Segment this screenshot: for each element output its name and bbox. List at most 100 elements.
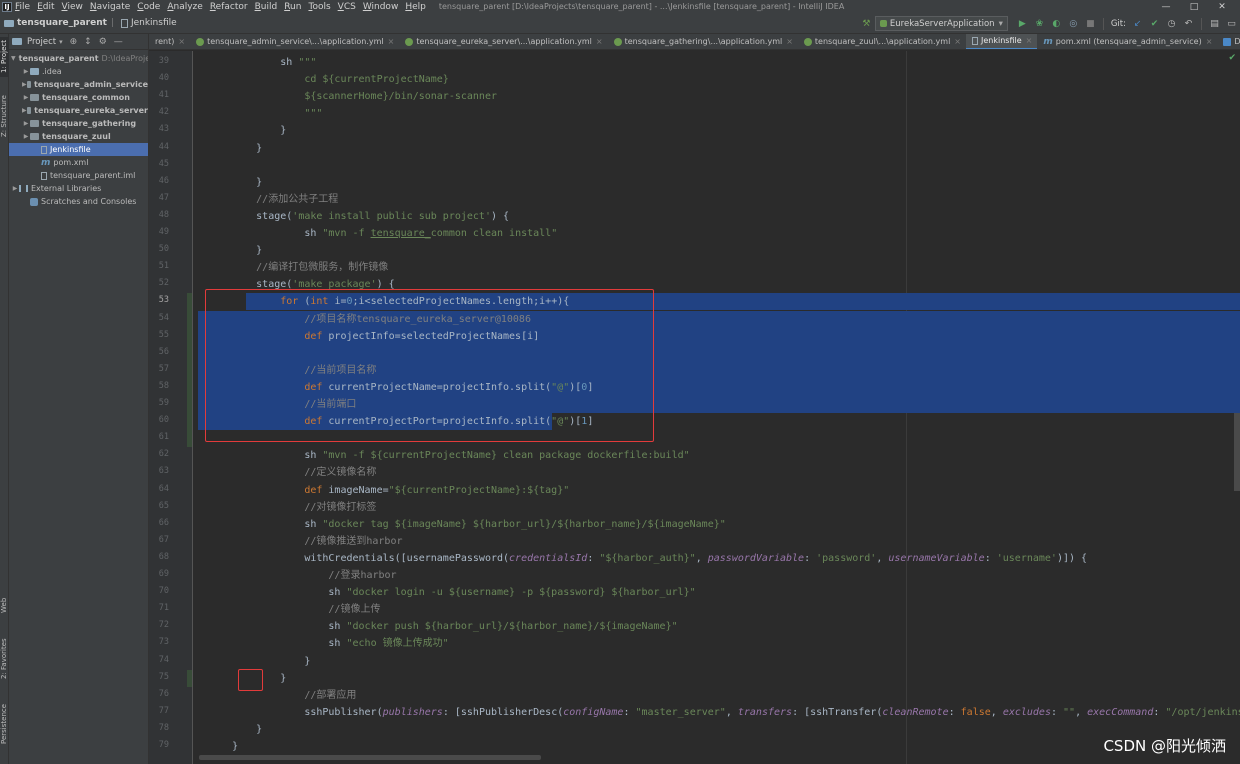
expand-arrow-closed-icon[interactable]: ▶ <box>22 81 27 88</box>
tool-tab-structure[interactable]: Z: Structure <box>0 92 9 140</box>
tool-tab-web[interactable]: Web <box>0 592 9 618</box>
code-token: withCredentials([usernamePassword( <box>208 552 510 564</box>
maximize-button[interactable]: □ <box>1180 2 1208 12</box>
close-tab-icon[interactable]: × <box>178 37 185 46</box>
git-history-icon[interactable]: ◷ <box>1165 17 1178 30</box>
locate-file-icon[interactable]: ⊕ <box>70 37 78 47</box>
spring-boot-icon <box>879 20 887 27</box>
code-token: : <box>948 706 961 718</box>
editor-tab[interactable]: Dockerfi× <box>1217 34 1240 49</box>
menu-window[interactable]: Window <box>363 2 399 12</box>
code-line: //编译打包微服务，制作镜像 <box>208 259 388 276</box>
git-update-icon[interactable]: ↙ <box>1131 17 1144 30</box>
expand-arrow-closed-icon[interactable]: ▶ <box>22 94 30 101</box>
code-line: ${scannerHome}/bin/sonar-scanner <box>208 88 497 105</box>
editor-tab[interactable]: rent) × <box>149 34 190 49</box>
editor-tab-label: tensquare_admin_service\...\application.… <box>207 37 384 46</box>
editor-tab[interactable]: tensquare_zuul\...\application.yml × <box>798 34 966 49</box>
menu-navigate[interactable]: Navigate <box>90 2 130 12</box>
menu-vcs[interactable]: VCS <box>338 2 356 12</box>
menu-view[interactable]: View <box>62 2 83 12</box>
editor-tab[interactable]: tensquare_gathering\...\application.yml × <box>608 34 798 49</box>
code-token: )]) { <box>1056 552 1088 564</box>
tree-item-pom-xml[interactable]: m pom.xml <box>9 156 148 169</box>
tree-item-external-libraries[interactable]: ▶ External Libraries <box>9 182 148 195</box>
tool-tab-project[interactable]: 1: Project <box>0 37 9 77</box>
tree-item-tensquare-admin-service[interactable]: ▶ tensquare_admin_service <box>9 78 148 91</box>
minimize-button[interactable]: — <box>1152 2 1180 12</box>
tree-item-tensquare-parent[interactable]: ▼tensquare_parentD:\IdeaProjects <box>9 52 148 65</box>
git-rollback-icon[interactable]: ↶ <box>1182 17 1195 30</box>
code-token: "mvn -f ${currentProjectName} clean pack… <box>322 450 690 462</box>
breadcrumb-file[interactable]: Jenkinsfile <box>131 18 177 28</box>
close-window-button[interactable]: ✕ <box>1208 2 1236 12</box>
close-tab-icon[interactable]: × <box>1206 37 1213 46</box>
debug-icon[interactable]: ❀ <box>1033 17 1046 30</box>
chevron-down-icon[interactable]: ▾ <box>59 38 63 46</box>
close-tab-icon[interactable]: × <box>954 37 961 46</box>
menu-bar: IJ File Edit View Navigate Code Analyze … <box>0 0 1240 13</box>
tree-item-tensquare-gathering[interactable]: ▶ tensquare_gathering <box>9 117 148 130</box>
code-token: , <box>725 706 738 718</box>
code-token: sh <box>208 450 323 462</box>
menu-file[interactable]: File <box>15 2 30 12</box>
code-line: sh "echo 镜像上传成功" <box>208 635 448 652</box>
coverage-icon[interactable]: ◐ <box>1050 17 1063 30</box>
line-number: 39 <box>158 56 169 66</box>
editor-tab[interactable]: m pom.xml (tensquare_admin_service) × <box>1037 34 1217 49</box>
tree-item-scratches-and-consoles[interactable]: Scratches and Consoles <box>9 195 148 208</box>
stop-icon[interactable]: ■ <box>1084 17 1097 30</box>
git-commit-icon[interactable]: ✔ <box>1148 17 1161 30</box>
project-folder-icon <box>4 19 14 27</box>
code-editor[interactable]: ✔ 39 40 41 42 43 44 45 46 47 48 49 50 51 52 53 54 55 56 57… <box>149 51 1240 764</box>
expand-arrow-closed-icon[interactable]: ▶ <box>22 133 30 140</box>
code-token: //镜像推送到harbor <box>208 535 403 547</box>
profile-icon[interactable]: ◎ <box>1067 17 1080 30</box>
project-structure-icon[interactable]: ▤ <box>1208 17 1221 30</box>
tree-item-tensquare-eureka-server[interactable]: ▶ tensquare_eureka_server <box>9 104 148 117</box>
tree-item-tensquare-common[interactable]: ▶ tensquare_common <box>9 91 148 104</box>
line-number: 79 <box>158 740 169 750</box>
expand-arrow-closed-icon[interactable]: ▶ <box>11 185 19 192</box>
project-view-select[interactable]: Project <box>27 37 56 47</box>
yml-icon <box>196 37 205 46</box>
menu-help[interactable]: Help <box>405 2 426 12</box>
run-icon[interactable]: ▶ <box>1016 17 1029 30</box>
expand-arrow-closed-icon[interactable]: ▶ <box>22 120 30 127</box>
collapse-all-icon[interactable]: ↕ <box>84 37 92 47</box>
expand-arrow-open-icon[interactable]: ▼ <box>11 55 16 62</box>
menu-refactor[interactable]: Refactor <box>210 2 248 12</box>
presentation-icon[interactable]: ▭ <box>1225 17 1238 30</box>
tree-item-idea[interactable]: ▶ .idea <box>9 65 148 78</box>
tool-tab-persistence[interactable]: Persistence <box>0 700 9 748</box>
menu-analyze[interactable]: Analyze <box>167 2 202 12</box>
build-hammer-icon[interactable]: ⚒ <box>860 17 873 30</box>
code-token: sh <box>208 587 347 599</box>
editor-tab[interactable]: Jenkinsfile × <box>966 34 1038 49</box>
close-tab-icon[interactable]: × <box>596 37 603 46</box>
close-tab-icon[interactable]: × <box>388 37 395 46</box>
close-tab-icon[interactable]: × <box>1026 36 1033 45</box>
menu-run[interactable]: Run <box>284 2 301 12</box>
tool-tab-favorites[interactable]: 2: Favorites <box>0 634 9 684</box>
hide-panel-icon[interactable]: — <box>114 37 123 47</box>
menu-code[interactable]: Code <box>137 2 160 12</box>
tree-item-tensquare-parent-iml[interactable]: tensquare_parent.iml <box>9 169 148 182</box>
gear-icon[interactable]: ⚙ <box>99 37 107 47</box>
editor-tab[interactable]: tensquare_admin_service\...\application.… <box>190 34 399 49</box>
code-token: imageName= <box>322 484 389 496</box>
menu-tools[interactable]: Tools <box>308 2 330 12</box>
tree-item-jenkinsfile[interactable]: Jenkinsfile <box>9 143 148 156</box>
editor-tab[interactable]: tensquare_eureka_server\...\application.… <box>399 34 607 49</box>
horizontal-scrollbar[interactable] <box>199 755 541 760</box>
run-configuration-select[interactable]: EurekaServerApplication ▾ <box>874 16 1008 31</box>
close-tab-icon[interactable]: × <box>786 37 793 46</box>
expand-arrow-closed-icon[interactable]: ▶ <box>22 107 27 114</box>
breadcrumb-project[interactable]: tensquare_parent <box>17 18 107 28</box>
code-token: //部署应用 <box>208 689 357 701</box>
menu-edit[interactable]: Edit <box>37 2 54 12</box>
menu-build[interactable]: Build <box>255 2 278 12</box>
expand-arrow-closed-icon[interactable]: ▶ <box>22 68 30 75</box>
line-number: 49 <box>158 227 169 237</box>
tree-item-tensquare-zuul[interactable]: ▶ tensquare_zuul <box>9 130 148 143</box>
